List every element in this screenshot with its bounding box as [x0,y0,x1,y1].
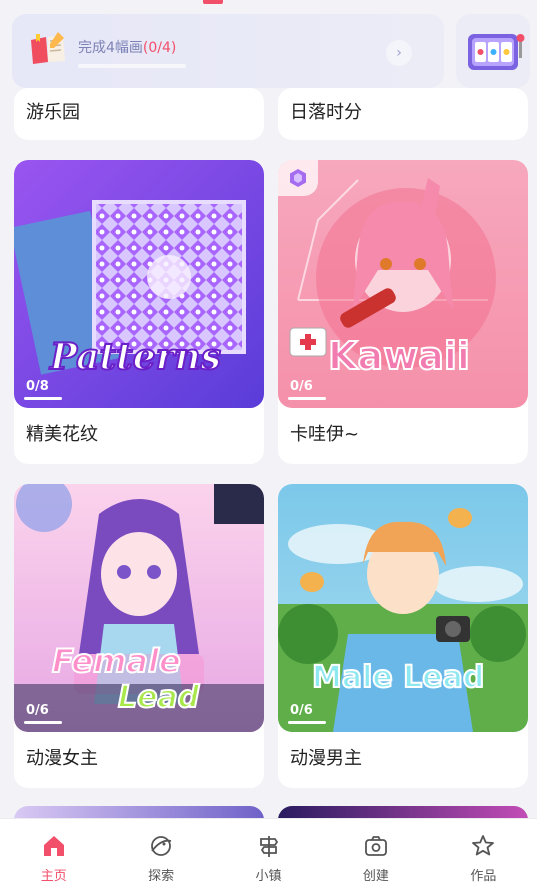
tab-label: 作品 [470,869,497,884]
card-image-patterns: Patterns 0/8 [14,160,264,408]
home-icon [43,836,64,856]
chevron-right-icon: › [396,45,402,61]
card-title: 动漫男主 [290,748,362,769]
task-description: 完成4幅画 [78,40,143,56]
card-title: 日落时分 [290,102,362,123]
slot-machine-card[interactable] [456,14,530,88]
card-progress-bar [24,397,62,400]
task-banner[interactable]: 完成4幅画(0/4) › [12,14,444,88]
card-progress-bar [288,397,326,400]
card-sunset[interactable]: 日落时分 [278,88,528,140]
card-image-kawaii: Kawaii 0/6 [278,160,528,408]
card-progress: 0/8 [26,379,49,394]
tab-label: 创建 [362,869,389,884]
card-amusement-park[interactable]: 游乐园 [14,88,264,140]
tab-label: 探索 [148,869,175,884]
camera-icon [365,836,387,856]
star-icon [472,835,495,856]
hexagon-gem-icon [290,169,306,187]
task-count: (0/4) [142,40,177,56]
slot-machine-icon [468,34,525,70]
lead-art-text: Lead [117,679,200,716]
male-lead-art-text: Male Lead [311,659,485,696]
task-progress-bar [78,64,186,68]
task-text: 完成4幅画(0/4) [78,37,176,57]
card-progress: 0/6 [290,703,313,718]
tab-town[interactable]: 小镇 [215,819,322,894]
town-icon [259,836,278,857]
card-progress: 0/6 [26,703,49,718]
tab-label: 小镇 [255,869,282,884]
card-title: 游乐园 [26,102,80,123]
tab-explore[interactable]: 探索 [107,819,214,894]
card-progress-bar [288,721,326,724]
card-title: 精美花纹 [26,424,98,445]
tab-home[interactable]: 主页 [0,819,107,894]
card-patterns[interactable]: Patterns 0/8 精美花纹 [14,160,264,464]
card-title: 卡哇伊~ [290,424,360,445]
premium-badge [278,160,318,196]
top-indicator [203,0,223,4]
card-kawaii[interactable]: Kawaii 0/6 卡哇伊~ [278,160,528,464]
tab-create[interactable]: 创建 [322,819,429,894]
bottom-tab-bar: 主页 探索 小镇 创建 作品 [0,818,537,894]
patterns-art-text: Patterns [49,335,222,379]
tab-label: 主页 [40,869,67,884]
book-icon [31,32,65,64]
card-progress-bar [24,721,62,724]
card-male-lead[interactable]: Male Lead 0/6 动漫男主 [278,484,528,788]
female-art-text: Female [51,641,182,681]
card-female-lead[interactable]: Female Lead 0/6 动漫女主 [14,484,264,788]
card-image-male-lead: Male Lead 0/6 [278,484,528,732]
card-title: 动漫女主 [26,748,98,769]
card-image-female-lead: Female Lead 0/6 [14,484,264,732]
card-progress: 0/6 [290,379,313,394]
kawaii-art-text: Kawaii [327,333,471,379]
task-arrow-button[interactable]: › [386,40,412,66]
tab-works[interactable]: 作品 [430,819,537,894]
explore-icon [151,836,172,856]
